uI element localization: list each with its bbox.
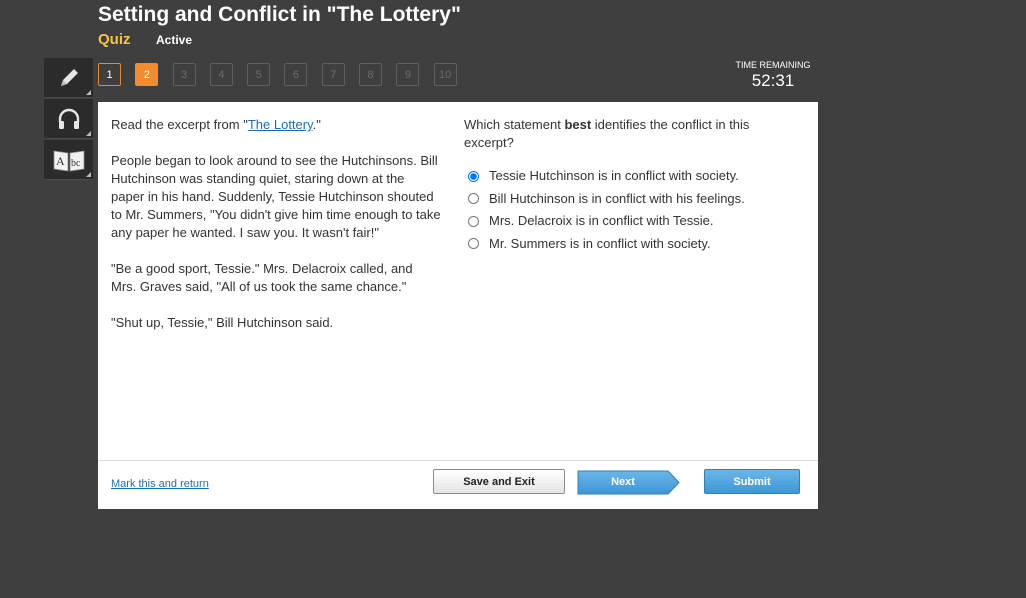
status-badge: Active bbox=[156, 33, 193, 47]
question-nav-3[interactable]: 3 bbox=[172, 63, 196, 86]
question-area: Which statement best identifies the conf… bbox=[464, 116, 784, 255]
question-navigator: 1 2 3 4 5 6 7 8 9 10 bbox=[98, 63, 471, 86]
save-and-exit-button[interactable]: Save and Exit bbox=[433, 469, 565, 494]
answer-option-label: Mr. Summers is in conflict with society. bbox=[489, 235, 711, 251]
svg-text:bc: bc bbox=[71, 158, 81, 169]
passage-title-link[interactable]: The Lottery bbox=[248, 117, 313, 132]
reading-passage: Read the excerpt from "The Lottery." Peo… bbox=[111, 116, 441, 350]
passage-paragraph: "Shut up, Tessie," Bill Hutchinson said. bbox=[111, 315, 334, 330]
svg-text:A: A bbox=[56, 154, 65, 168]
passage-paragraph: "Be a good sport, Tessie." Mrs. Delacroi… bbox=[111, 261, 413, 294]
question-nav-7[interactable]: 7 bbox=[321, 63, 345, 86]
answer-radio[interactable] bbox=[468, 193, 479, 205]
question-nav-5[interactable]: 5 bbox=[247, 63, 271, 86]
answer-option-label: Mrs. Delacroix is in conflict with Tessi… bbox=[489, 213, 714, 229]
question-nav-1[interactable]: 1 bbox=[98, 63, 121, 86]
dictionary-icon: A bc bbox=[53, 150, 84, 171]
answer-option-label: Tessie Hutchinson is in conflict with so… bbox=[489, 168, 739, 184]
time-remaining-label: TIME REMAINING bbox=[735, 60, 811, 70]
answer-option[interactable]: Bill Hutchinson is in conflict with his … bbox=[464, 188, 784, 211]
question-footer: Mark this and return Save and Exit Next … bbox=[98, 460, 818, 509]
answer-radio[interactable] bbox=[468, 238, 479, 250]
answer-option-label: Bill Hutchinson is in conflict with his … bbox=[489, 190, 745, 206]
pencil-tool-button[interactable] bbox=[44, 58, 93, 98]
submit-button[interactable]: Submit bbox=[704, 469, 800, 494]
page-title: Setting and Conflict in "The Lottery" bbox=[98, 3, 461, 26]
pencil-icon bbox=[60, 68, 78, 86]
answer-options: Tessie Hutchinson is in conflict with so… bbox=[464, 165, 784, 255]
passage-intro: Read the excerpt from "The Lottery." bbox=[111, 117, 321, 132]
answer-option[interactable]: Tessie Hutchinson is in conflict with so… bbox=[464, 165, 784, 188]
question-nav-9[interactable]: 9 bbox=[396, 63, 420, 86]
question-nav-8[interactable]: 8 bbox=[359, 63, 383, 86]
answer-radio[interactable] bbox=[468, 170, 479, 182]
mark-and-return-link[interactable]: Mark this and return bbox=[111, 478, 209, 490]
passage-paragraph: People began to look around to see the H… bbox=[111, 153, 441, 240]
question-nav-2[interactable]: 2 bbox=[135, 63, 159, 86]
tool-sidebar: A bc bbox=[44, 58, 93, 181]
question-nav-6[interactable]: 6 bbox=[284, 63, 308, 86]
next-button[interactable]: Next bbox=[577, 470, 682, 495]
answer-option[interactable]: Mrs. Delacroix is in conflict with Tessi… bbox=[464, 210, 784, 233]
question-nav-4[interactable]: 4 bbox=[209, 63, 233, 86]
next-button-label: Next bbox=[611, 475, 635, 488]
question-nav-10[interactable]: 10 bbox=[433, 63, 457, 86]
headphones-icon bbox=[58, 108, 79, 129]
assignment-type-label: Quiz bbox=[98, 31, 131, 48]
question-panel: Read the excerpt from "The Lottery." Peo… bbox=[98, 102, 818, 509]
question-prompt: Which statement best identifies the conf… bbox=[464, 117, 750, 150]
audio-tool-button[interactable] bbox=[44, 99, 93, 139]
dictionary-tool-button[interactable]: A bc bbox=[44, 140, 93, 180]
answer-option[interactable]: Mr. Summers is in conflict with society. bbox=[464, 233, 784, 256]
time-remaining-value: 52:31 bbox=[751, 71, 795, 90]
answer-radio[interactable] bbox=[468, 215, 479, 227]
